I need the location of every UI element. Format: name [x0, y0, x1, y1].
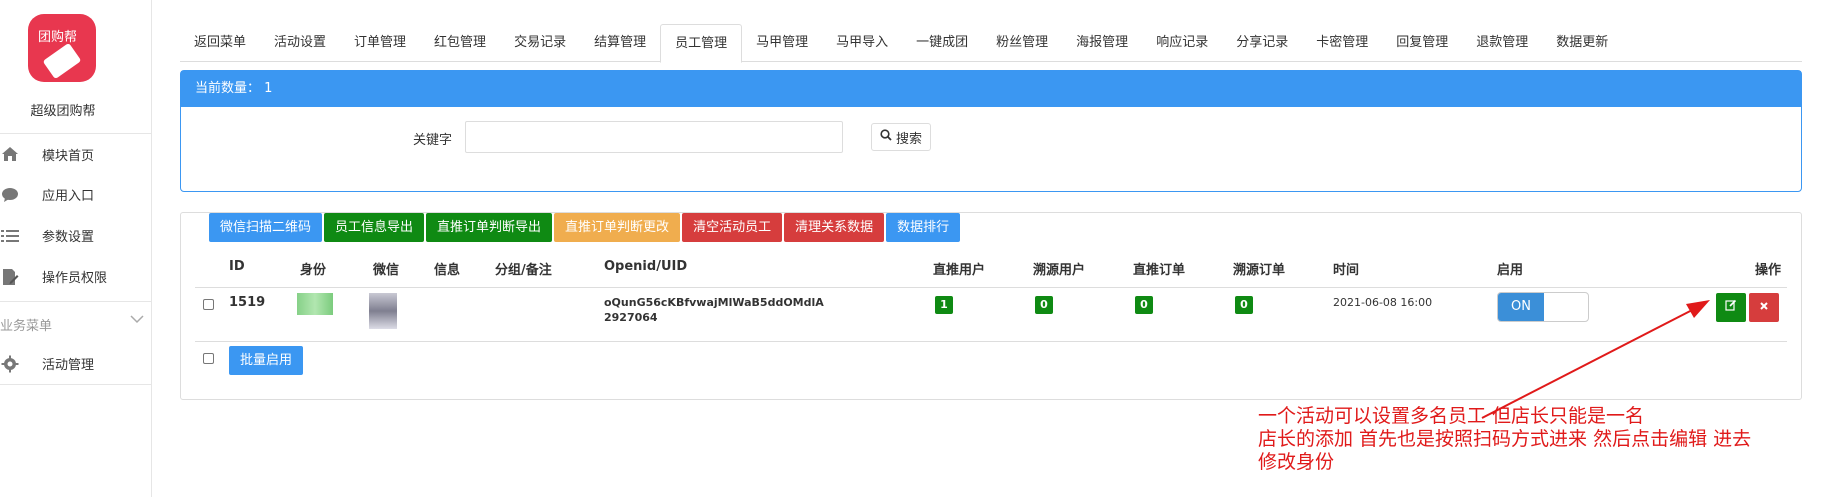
source-users-badge: 0: [1035, 296, 1053, 314]
tab-data-update[interactable]: 数据更新: [1542, 24, 1622, 62]
search-button-label: 搜索: [896, 131, 923, 147]
header-actions: 操作: [1755, 263, 1782, 278]
tab-card-codes[interactable]: 卡密管理: [1302, 24, 1382, 62]
search-icon: [880, 129, 892, 145]
brand-name: 超级团购帮: [30, 104, 96, 119]
brand-logo-text: 团购帮: [38, 30, 78, 45]
header-source-users: 溯源用户: [1033, 263, 1086, 278]
header-direct-users: 直推用户: [933, 263, 986, 278]
sidebar-divider: [0, 384, 152, 385]
sidebar-item-label: 应用入口: [42, 189, 95, 204]
annotation-line1: 一个活动可以设置多名员工 但店长只能是一名: [1258, 405, 1645, 427]
scan-qrcode-button[interactable]: 微信扫描二维码: [209, 213, 323, 242]
clear-staff-button[interactable]: 清空活动员工: [682, 213, 783, 242]
tab-one-click-group[interactable]: 一键成团: [902, 24, 982, 62]
header-source-orders: 溯源订单: [1233, 263, 1286, 278]
openid-text: oQunG56cKBfvwajMlWaB5ddOMdlA 2927064: [604, 295, 824, 325]
sidebar-item-activity-management[interactable]: 活动管理: [0, 343, 152, 384]
export-direct-orders-button[interactable]: 直推订单判断导出: [426, 213, 553, 242]
header-role: 身份: [300, 263, 327, 278]
chat-icon: [0, 186, 20, 204]
sidebar-item-settings[interactable]: 参数设置: [0, 215, 152, 256]
search-panel-header: 当前数量： 1: [181, 71, 1801, 107]
count-value: 1: [264, 81, 273, 96]
openid-line2: 2927064: [604, 311, 658, 324]
direct-orders-badge: 0: [1135, 296, 1153, 314]
openid-line1: oQunG56cKBfvwajMlWaB5ddOMdlA: [604, 296, 824, 309]
avatar: [369, 293, 397, 329]
delete-button[interactable]: [1749, 293, 1779, 322]
tab-red-packet[interactable]: 红包管理: [420, 24, 500, 62]
tab-bar: 返回菜单 活动设置 订单管理 红包管理 交易记录 结算管理 员工管理 马甲管理 …: [180, 24, 1802, 63]
tab-activity-settings[interactable]: 活动设置: [260, 24, 340, 62]
tab-back-menu[interactable]: 返回菜单: [180, 24, 260, 62]
header-info: 信息: [434, 263, 461, 278]
tab-settlement[interactable]: 结算管理: [580, 24, 660, 62]
annotation-text: 一个活动可以设置多名员工 但店长只能是一名 店长的添加 首先也是按照扫码方式进来…: [1258, 405, 1751, 474]
tab-staff-management[interactable]: 员工管理: [660, 24, 743, 63]
brand-logo: 团购帮: [28, 14, 96, 82]
tab-transactions[interactable]: 交易记录: [500, 24, 580, 62]
keyword-label: 关键字: [413, 133, 453, 148]
count-label: 当前数量：: [195, 81, 261, 96]
clear-relations-button[interactable]: 清理关系数据: [784, 213, 885, 242]
gear-icon: [0, 355, 20, 373]
header-group: 分组/备注: [495, 263, 552, 278]
tab-responses[interactable]: 响应记录: [1142, 24, 1222, 62]
header-id: ID: [229, 259, 245, 274]
row-id: 1519: [229, 295, 266, 310]
header-time: 时间: [1333, 263, 1360, 278]
header-wechat: 微信: [373, 263, 400, 278]
sidebar-group-label: 业务菜单: [0, 319, 53, 334]
search-panel: 当前数量： 1 关键字 搜索: [180, 70, 1802, 192]
action-toolbar: 微信扫描二维码 员工信息导出 直推订单判断导出 直推订单判断更改 清空活动员工 …: [209, 213, 961, 242]
close-icon: [1759, 300, 1769, 314]
header-openid: Openid/UID: [604, 259, 688, 274]
keyword-input[interactable]: [465, 121, 843, 153]
chevron-down-icon: [130, 313, 144, 328]
sidebar-item-label: 模块首页: [42, 148, 95, 164]
header-enabled: 启用: [1497, 263, 1524, 278]
tab-order-management[interactable]: 订单管理: [340, 24, 420, 62]
select-all-checkbox[interactable]: [203, 353, 214, 364]
annotation-line2: 店长的添加 首先也是按照扫码方式进来 然后点击编辑 进去: [1258, 428, 1752, 450]
tab-refunds[interactable]: 退款管理: [1462, 24, 1542, 62]
direct-users-badge: 1: [935, 296, 953, 314]
document-edit-icon: [0, 268, 20, 286]
tab-vest-import[interactable]: 马甲导入: [822, 24, 902, 62]
annotation-line3: 修改身份: [1258, 451, 1335, 473]
tab-vest-management[interactable]: 马甲管理: [742, 24, 822, 62]
sidebar-item-label: 参数设置: [42, 230, 95, 245]
tab-replies[interactable]: 回复管理: [1382, 24, 1462, 62]
sidebar-menu: 模块首页 应用入口 参数设置 操作员权限 业务菜单 活动管理: [0, 133, 152, 385]
row-checkbox[interactable]: [203, 299, 214, 310]
sidebar-item-label: 活动管理: [42, 358, 95, 373]
search-button[interactable]: 搜索: [871, 123, 932, 151]
list-icon: [0, 227, 20, 245]
bulk-enable-button[interactable]: 批量启用: [229, 346, 304, 375]
row-time: 2021-06-08 16:00: [1333, 296, 1433, 309]
tab-posters[interactable]: 海报管理: [1062, 24, 1142, 62]
role-blurred: [297, 293, 333, 315]
source-orders-badge: 0: [1235, 296, 1253, 314]
tab-shares[interactable]: 分享记录: [1222, 24, 1302, 62]
sidebar-item-operator-permissions[interactable]: 操作员权限: [0, 256, 152, 297]
data-ranking-button[interactable]: 数据排行: [886, 213, 961, 242]
tab-fans[interactable]: 粉丝管理: [982, 24, 1062, 62]
sidebar: 团购帮 超级团购帮 模块首页 应用入口 参数设置 操作员权限 业务菜单 活动管理: [0, 0, 152, 497]
home-icon: [0, 145, 20, 163]
change-direct-orders-button[interactable]: 直推订单判断更改: [554, 213, 681, 242]
sidebar-item-app-entry[interactable]: 应用入口: [0, 174, 152, 215]
export-staff-button[interactable]: 员工信息导出: [324, 213, 425, 242]
tag-icon: [42, 42, 82, 80]
sidebar-item-label: 操作员权限: [42, 271, 108, 286]
sidebar-group-business[interactable]: 业务菜单: [0, 301, 152, 343]
header-direct-orders: 直推订单: [1133, 263, 1186, 278]
sidebar-item-home[interactable]: 模块首页: [0, 133, 152, 174]
